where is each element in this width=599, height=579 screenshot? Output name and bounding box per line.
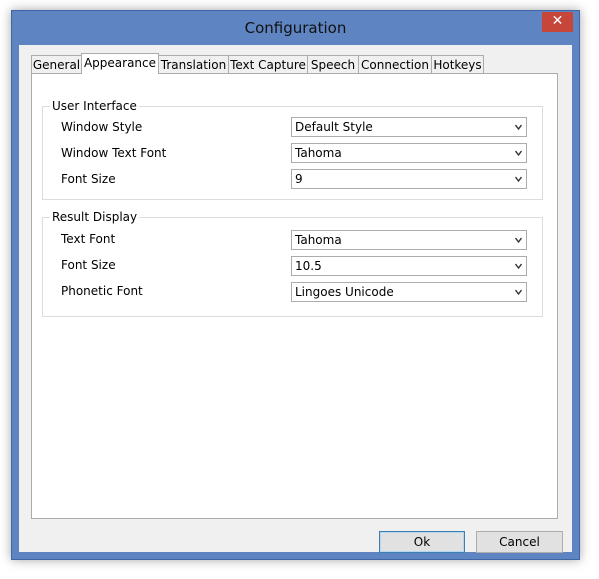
chevron-down-icon [515,289,522,296]
tab-hotkeys[interactable]: Hotkeys [431,55,484,73]
configuration-window: Configuration ✕ General Appearance Trans… [11,10,580,560]
window-style-select[interactable]: Default Style [291,117,527,137]
appearance-panel: SOFTPEDIA www.softpedia.com User Interfa… [31,73,558,519]
dialog-client: General Appearance Translation Text Capt… [19,45,572,553]
result-display-title: Result Display [50,210,140,224]
window-text-font-label: Window Text Font [61,146,167,160]
tab-connection[interactable]: Connection [358,55,432,73]
result-font-size-label: Font Size [61,258,116,272]
chevron-down-icon [515,176,522,183]
result-font-size-value: 10.5 [295,259,322,273]
text-font-label: Text Font [61,232,116,246]
tab-general[interactable]: General [31,55,82,73]
tab-appearance[interactable]: Appearance [81,53,159,74]
window-title: Configuration [244,19,347,37]
phonetic-font-label: Phonetic Font [61,284,143,298]
window-text-font-select[interactable]: Tahoma [291,143,527,163]
result-display-group: Result Display Text Font Tahoma Font Siz… [42,210,543,317]
phonetic-font-value: Lingoes Unicode [295,285,394,299]
chevron-down-icon [515,124,522,131]
close-icon: ✕ [551,13,564,29]
ui-font-size-value: 9 [295,172,303,186]
tab-text-capture[interactable]: Text Capture [228,55,308,73]
tab-translation[interactable]: Translation [158,55,229,73]
text-font-value: Tahoma [295,233,342,247]
window-style-label: Window Style [61,120,143,134]
result-font-size-select[interactable]: 10.5 [291,256,527,276]
ui-font-size-label: Font Size [61,172,116,186]
chevron-down-icon [515,263,522,270]
user-interface-title: User Interface [50,99,139,113]
ui-font-size-select[interactable]: 9 [291,169,527,189]
ok-button[interactable]: Ok [379,531,465,553]
text-font-select[interactable]: Tahoma [291,230,527,250]
title-bar[interactable]: Configuration ✕ [12,11,579,45]
close-button[interactable]: ✕ [542,12,573,32]
tab-speech[interactable]: Speech [307,55,359,73]
window-text-font-value: Tahoma [295,146,342,160]
chevron-down-icon [515,150,522,157]
window-style-value: Default Style [295,120,373,134]
user-interface-group: User Interface Window Style Default Styl… [42,99,543,200]
cancel-button[interactable]: Cancel [476,531,563,553]
phonetic-font-select[interactable]: Lingoes Unicode [291,282,527,302]
chevron-down-icon [515,237,522,244]
